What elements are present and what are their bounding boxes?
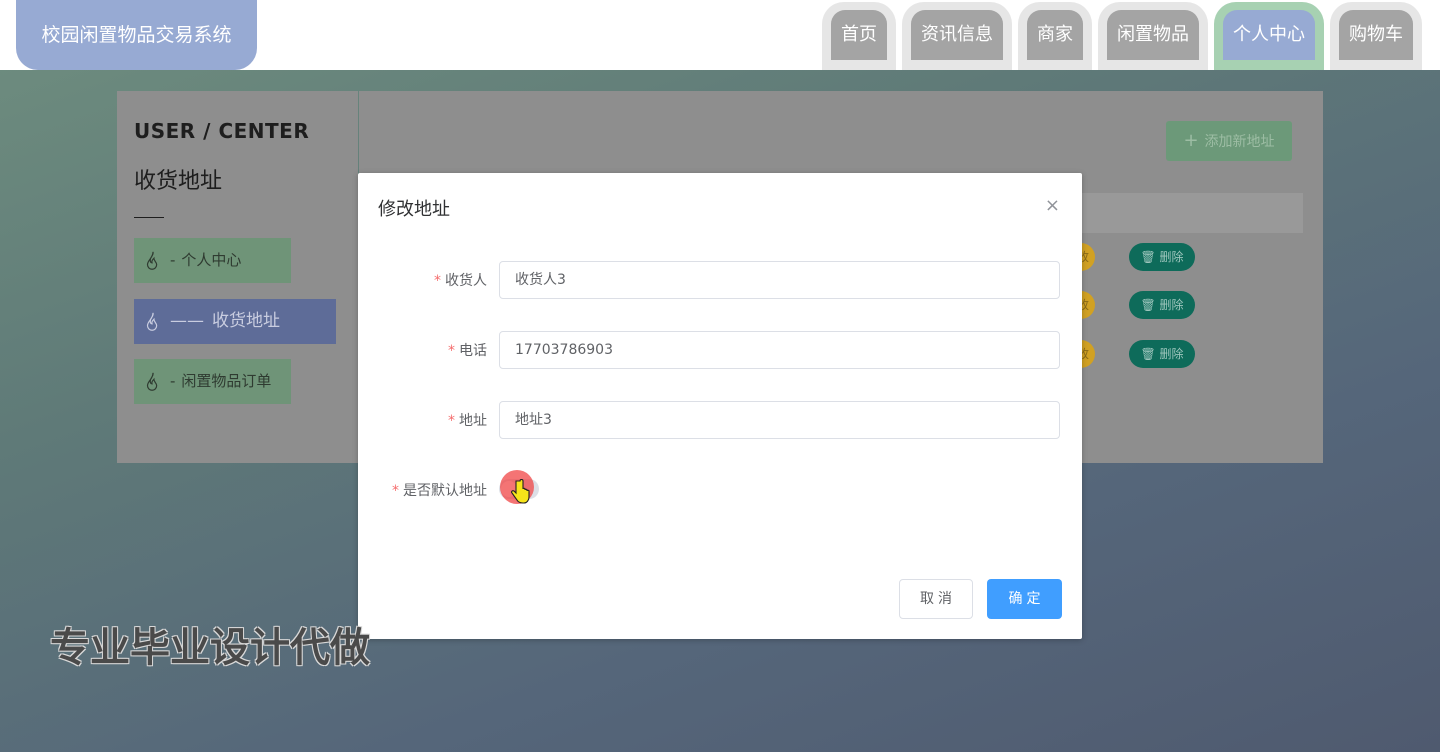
address-input[interactable]	[499, 401, 1060, 439]
menu-label: 个人中心	[181, 251, 242, 269]
nav-tab-label: 个人中心	[1223, 10, 1315, 60]
dialog-title: 修改地址	[378, 199, 450, 220]
receiver-input[interactable]	[499, 261, 1060, 299]
nav-tab-label: 商家	[1027, 10, 1083, 60]
default-address-label-text: 是否默认地址	[403, 483, 487, 499]
top-bar: 校园闲置物品交易系统 首页 资讯信息 商家 闲置物品 个人中心 购物车	[0, 0, 1440, 70]
sidebar-heading: USER / CENTER	[134, 119, 310, 143]
phone-input[interactable]	[499, 331, 1060, 369]
nav-tab-home[interactable]: 首页	[822, 2, 896, 70]
sidebar-subheading: 收货地址	[134, 169, 223, 194]
required-mark: *	[434, 273, 441, 289]
user-center-sidebar: USER / CENTER 收货地址 - 个人中心 —— 收货地址 - 闲置物品…	[117, 91, 358, 463]
add-address-label: 添加新地址	[1204, 134, 1275, 150]
nav-tab-user-center[interactable]: 个人中心	[1214, 2, 1324, 70]
sidebar-item-addresses[interactable]: —— 收货地址	[134, 299, 336, 344]
nav-tab-items[interactable]: 闲置物品	[1098, 2, 1208, 70]
address-label-text: 地址	[459, 413, 487, 429]
phone-label-text: 电话	[459, 343, 487, 359]
divider	[134, 217, 164, 218]
nav-tab-news[interactable]: 资讯信息	[902, 2, 1012, 70]
flame-icon	[146, 372, 158, 391]
watermark-text: 专业毕业设计代做	[50, 625, 370, 671]
address-label: * 地址	[448, 410, 487, 430]
add-address-button[interactable]: + 添加新地址	[1166, 121, 1292, 161]
sidebar-item-user-center[interactable]: - 个人中心	[134, 238, 291, 283]
receiver-label: * 收货人	[434, 270, 487, 290]
main-nav: 首页 资讯信息 商家 闲置物品 个人中心 购物车	[822, 0, 1422, 70]
delete-button[interactable]: 🗑 删除	[1129, 291, 1195, 319]
delete-label: 删除	[1159, 250, 1184, 264]
nav-tab-cart[interactable]: 购物车	[1330, 2, 1422, 70]
site-title[interactable]: 校园闲置物品交易系统	[16, 0, 257, 70]
delete-label: 删除	[1159, 347, 1184, 361]
required-mark: *	[448, 343, 455, 359]
menu-prefix: -	[170, 251, 176, 269]
default-address-label: * 是否默认地址	[392, 480, 487, 500]
hand-cursor-icon	[511, 479, 530, 504]
menu-label: 收货地址	[212, 311, 280, 331]
nav-tab-label: 资讯信息	[911, 10, 1003, 60]
nav-tab-label: 首页	[831, 10, 887, 60]
flame-icon	[146, 251, 158, 270]
receiver-label-text: 收货人	[445, 273, 487, 289]
trash-icon: 🗑	[1140, 298, 1160, 312]
delete-label: 删除	[1159, 298, 1184, 312]
delete-button[interactable]: 🗑 删除	[1129, 340, 1195, 368]
sidebar-item-orders[interactable]: - 闲置物品订单	[134, 359, 291, 404]
nav-tab-label: 购物车	[1339, 10, 1413, 60]
trash-icon: 🗑	[1140, 250, 1160, 264]
close-icon[interactable]: ×	[1045, 195, 1060, 216]
confirm-button[interactable]: 确定	[987, 579, 1062, 619]
menu-label: 闲置物品订单	[181, 372, 272, 390]
nav-tab-merchants[interactable]: 商家	[1018, 2, 1092, 70]
menu-prefix: ——	[170, 311, 204, 331]
plus-icon: +	[1183, 130, 1199, 151]
phone-label: * 电话	[448, 340, 487, 360]
delete-button[interactable]: 🗑 删除	[1129, 243, 1195, 271]
trash-icon: 🗑	[1140, 347, 1160, 361]
required-mark: *	[392, 483, 399, 499]
required-mark: *	[448, 413, 455, 429]
menu-prefix: -	[170, 372, 176, 390]
nav-tab-label: 闲置物品	[1107, 10, 1199, 60]
flame-icon	[146, 312, 158, 331]
edit-address-dialog: 修改地址 × *收货人 *电话 *地址 *是否默认地址 取消 确定	[358, 173, 1082, 639]
cancel-button[interactable]: 取消	[899, 579, 973, 619]
